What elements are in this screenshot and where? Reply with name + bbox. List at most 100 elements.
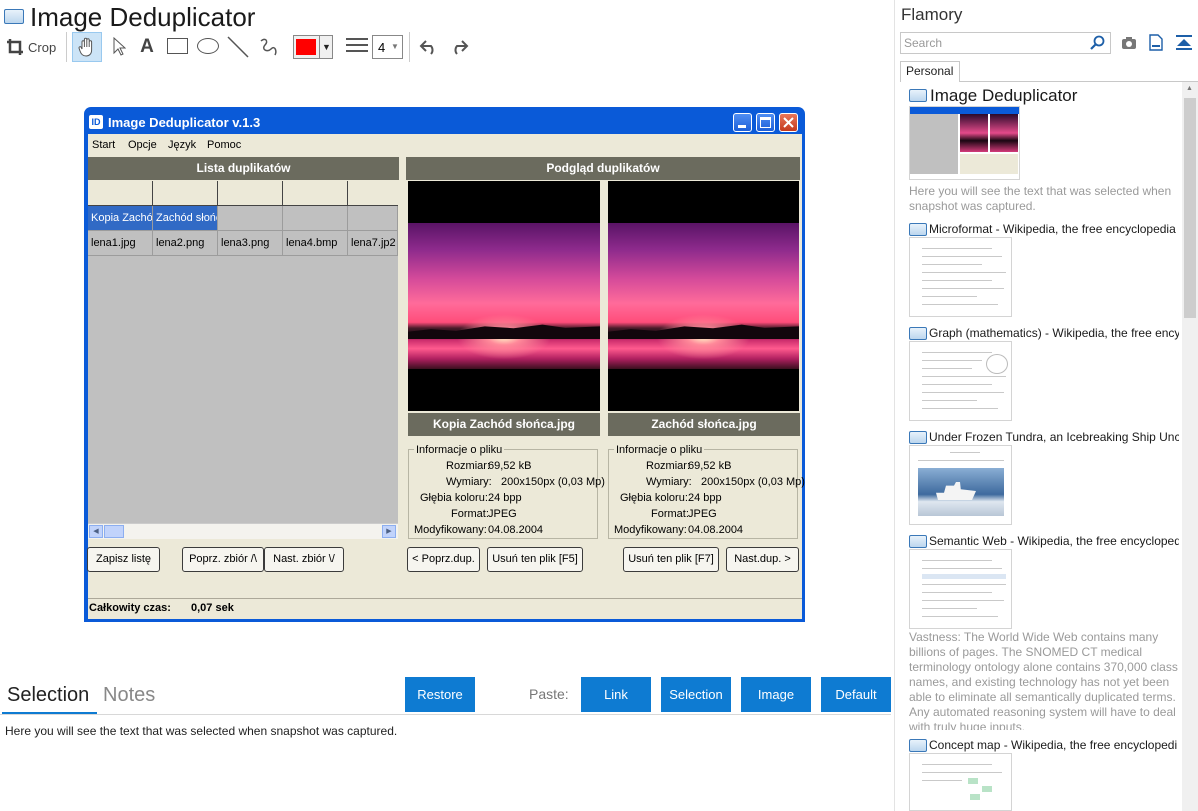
scroll-right-button[interactable]: ▶ bbox=[382, 525, 396, 538]
snapshot-description: Vastness: The World Wide Web contains ma… bbox=[909, 630, 1178, 730]
snapshot-thumbnail[interactable] bbox=[909, 549, 1012, 629]
save-list-button[interactable]: Zapisz listę bbox=[87, 547, 160, 572]
sidebar-scrollbar[interactable]: ▲ bbox=[1182, 82, 1198, 811]
chevron-down-icon: ▼ bbox=[391, 42, 399, 51]
paste-selection-button[interactable]: Selection bbox=[661, 677, 731, 712]
table-row[interactable]: lena1.jpg lena2.png lena3.png lena4.bmp … bbox=[88, 231, 398, 256]
next-set-button[interactable]: Nast. zbiór \/ bbox=[264, 547, 344, 572]
snapshot-thumbnail[interactable] bbox=[909, 341, 1012, 421]
table-cell[interactable] bbox=[218, 206, 283, 231]
prev-set-button[interactable]: Poprz. zbiór /\ bbox=[182, 547, 264, 572]
snapshot-title[interactable]: Under Frozen Tundra, an Icebreaking Ship… bbox=[929, 430, 1179, 444]
table-cell[interactable]: Kopia Zachód słońca.jpg bbox=[88, 206, 153, 231]
sidebar-scroll-thumb[interactable] bbox=[1184, 98, 1196, 318]
paste-default-button[interactable]: Default bbox=[821, 677, 891, 712]
paste-label: Paste: bbox=[529, 686, 569, 702]
delete-left-button[interactable]: Usuń ten plik [F5] bbox=[487, 547, 583, 572]
color-picker[interactable]: ▼ bbox=[293, 35, 333, 59]
maximize-button[interactable] bbox=[756, 113, 775, 132]
crop-button[interactable]: Crop bbox=[6, 37, 56, 57]
snapshot-icon bbox=[909, 739, 927, 752]
restore-button[interactable]: Restore bbox=[405, 677, 475, 712]
tab-notes[interactable]: Notes bbox=[103, 684, 155, 707]
snapshot-title[interactable]: Semantic Web - Wikipedia, the free encyc… bbox=[929, 534, 1179, 548]
snapshot-icon bbox=[909, 89, 927, 102]
minimize-button[interactable] bbox=[733, 113, 752, 132]
modified-label: Modyfikowany: bbox=[414, 524, 487, 536]
snapshot-title[interactable]: Graph (mathematics) - Wikipedia, the fre… bbox=[929, 326, 1179, 340]
snapshot-thumbnail[interactable] bbox=[909, 445, 1012, 525]
snapshot-thumbnail[interactable] bbox=[909, 753, 1012, 811]
hand-icon bbox=[78, 37, 93, 57]
undo-button[interactable] bbox=[417, 35, 441, 59]
collapse-icon[interactable] bbox=[1175, 34, 1193, 56]
menu-options[interactable]: Opcje bbox=[128, 139, 157, 151]
left-preview-image bbox=[408, 181, 600, 411]
app-icon bbox=[4, 9, 24, 24]
table-cell[interactable]: lena3.png bbox=[218, 231, 283, 256]
crop-label: Crop bbox=[28, 39, 57, 55]
table-cell[interactable]: Zachód słońca.jpg bbox=[153, 206, 218, 231]
delete-right-button[interactable]: Usuń ten plik [F7] bbox=[623, 547, 719, 572]
scroll-up-icon[interactable]: ▲ bbox=[1186, 85, 1193, 92]
line-icon bbox=[227, 36, 249, 58]
snapshot-description: Here you will see the text that was sele… bbox=[909, 184, 1172, 213]
snapshot-thumbnail[interactable] bbox=[909, 237, 1012, 317]
dims-label: Wymiary: bbox=[646, 476, 692, 488]
table-cell[interactable]: lena2.png bbox=[153, 231, 218, 256]
info-group-label: Informacje o pliku bbox=[414, 444, 505, 456]
modified-value: 04.08.2004 bbox=[488, 524, 544, 536]
prev-dup-button[interactable]: < Poprz.dup. bbox=[407, 547, 480, 572]
scroll-thumb[interactable] bbox=[104, 525, 124, 538]
next-dup-button[interactable]: Nast.dup. > bbox=[726, 547, 799, 572]
line-width-select[interactable]: 4 ▼ bbox=[372, 35, 403, 59]
left-file-name: Kopia Zachód słońca.jpg bbox=[408, 413, 600, 436]
info-group-label: Informacje o pliku bbox=[614, 444, 705, 456]
scroll-left-button[interactable]: ◀ bbox=[89, 525, 103, 538]
text-tool[interactable]: A bbox=[137, 36, 157, 58]
table-cell[interactable] bbox=[348, 206, 398, 231]
size-label: Rozmiar: bbox=[446, 460, 491, 472]
table-row[interactable]: Kopia Zachód słońca.jpg Zachód słońca.jp… bbox=[88, 206, 398, 231]
size-value: 69,52 kB bbox=[688, 460, 732, 472]
status-value: 0,07 sek bbox=[191, 602, 234, 614]
table-cell[interactable]: lena1.jpg bbox=[88, 231, 153, 256]
redo-button[interactable] bbox=[447, 35, 471, 59]
ellipse-tool[interactable] bbox=[197, 38, 219, 54]
line-width-icon bbox=[346, 38, 368, 52]
search-icon[interactable] bbox=[1090, 35, 1106, 56]
window-title: Image Deduplicator v.1.3 bbox=[108, 115, 261, 130]
freehand-tool[interactable] bbox=[257, 35, 281, 59]
page-title: Image Deduplicator bbox=[30, 2, 256, 32]
hand-tool[interactable] bbox=[72, 32, 102, 62]
paste-image-button[interactable]: Image bbox=[741, 677, 811, 712]
selection-text: Here you will see the text that was sele… bbox=[5, 724, 398, 738]
snapshot-title[interactable]: Concept map - Wikipedia, the free encycl… bbox=[929, 738, 1179, 752]
paste-link-button[interactable]: Link bbox=[581, 677, 651, 712]
pointer-icon bbox=[113, 37, 126, 56]
redo-icon bbox=[454, 40, 469, 55]
rectangle-tool[interactable] bbox=[167, 38, 188, 54]
table-cell[interactable]: lena7.jp2 bbox=[348, 231, 398, 256]
crop-icon bbox=[7, 39, 23, 55]
search-input[interactable]: Search bbox=[900, 32, 1111, 54]
document-icon[interactable] bbox=[1149, 34, 1163, 56]
snapshot-title[interactable]: Image Deduplicator bbox=[930, 86, 1180, 106]
tab-personal[interactable]: Personal bbox=[900, 61, 960, 82]
table-cell[interactable] bbox=[283, 206, 348, 231]
pointer-tool[interactable] bbox=[109, 36, 129, 58]
list-header: Lista duplikatów bbox=[88, 157, 399, 180]
modified-label: Modyfikowany: bbox=[614, 524, 687, 536]
menu-language[interactable]: Język bbox=[168, 139, 196, 151]
snapshot-thumbnail[interactable] bbox=[909, 106, 1020, 180]
line-tool[interactable] bbox=[226, 35, 250, 59]
depth-label: Głębia koloru: bbox=[420, 492, 488, 504]
menu-help[interactable]: Pomoc bbox=[207, 139, 241, 151]
close-button[interactable] bbox=[779, 113, 798, 132]
menu-start[interactable]: Start bbox=[92, 139, 115, 151]
tab-selection[interactable]: Selection bbox=[7, 684, 89, 707]
camera-icon[interactable] bbox=[1121, 35, 1137, 55]
table-cell[interactable]: lena4.bmp bbox=[283, 231, 348, 256]
snapshot-title[interactable]: Microformat - Wikipedia, the free encycl… bbox=[929, 222, 1179, 236]
horizontal-scrollbar[interactable]: ◀ ▶ bbox=[88, 523, 398, 539]
